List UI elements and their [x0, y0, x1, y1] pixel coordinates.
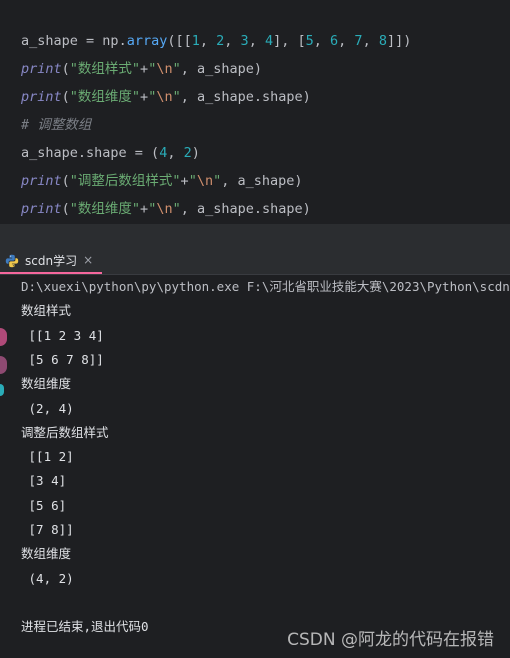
code-token: (	[61, 201, 70, 217]
code-token: ]])	[386, 33, 412, 49]
code-token: 4	[264, 33, 274, 49]
console-output-line: [5 6]	[21, 498, 67, 513]
python-icon	[5, 253, 19, 268]
code-token: "	[213, 173, 222, 189]
console-output-line: [5 6 7 8]]	[21, 352, 104, 367]
code-token: , a_shape)	[180, 61, 263, 77]
code-token: "	[188, 173, 197, 189]
console-gutter-markers	[0, 328, 8, 408]
code-token: print	[21, 173, 62, 189]
code-token: "	[172, 61, 181, 77]
code-line[interactable]: print("数组维度"+"\n", a_shape.shape)	[21, 200, 311, 218]
code-token: 1	[191, 33, 200, 49]
code-editor[interactable]: a_shape = np.array([[1, 2, 3, 4], [5, 6,…	[0, 0, 510, 224]
code-token: a_shape.shape	[21, 145, 127, 161]
code-token: ,	[167, 145, 184, 161]
code-token: print	[21, 61, 62, 77]
console-output-line: 数组样式	[21, 303, 72, 318]
run-tab-scdn[interactable]: scdn学习 ×	[0, 248, 102, 274]
code-token: 2	[183, 145, 192, 161]
code-token: )	[191, 145, 200, 161]
run-tool-window-tabbar: scdn学习 ×	[0, 248, 510, 275]
code-token: "数组维度"	[69, 89, 141, 105]
code-token: ,	[224, 33, 241, 49]
code-token: 5	[305, 33, 314, 49]
code-token: (	[61, 89, 70, 105]
code-token: \n	[156, 89, 173, 105]
console-output-line: 进程已结束,退出代码0	[21, 619, 149, 634]
code-token: (	[61, 173, 70, 189]
code-token: \n	[156, 61, 173, 77]
console-output-line: 调整后数组样式	[21, 425, 109, 440]
code-token: , a_shape)	[221, 173, 303, 189]
panel-divider	[0, 224, 510, 248]
code-token: print	[21, 201, 62, 217]
code-token: # 调整数组	[21, 117, 92, 133]
code-token: +	[140, 61, 149, 77]
code-token: print	[21, 89, 62, 105]
code-line[interactable]: print("调整后数组样式"+"\n", a_shape)	[21, 172, 303, 190]
code-token: , a_shape.shape)	[180, 201, 311, 217]
console-output-line: (2, 4)	[21, 401, 74, 416]
code-token: a_shape	[21, 33, 78, 49]
code-token: ,	[362, 33, 379, 49]
code-token: "数组维度"	[69, 201, 141, 217]
code-token: 3	[240, 33, 249, 49]
code-token: 6	[330, 33, 339, 49]
code-token: , a_shape.shape)	[180, 89, 311, 105]
code-line[interactable]: # 调整数组	[21, 116, 91, 134]
code-token: \n	[156, 201, 173, 217]
code-token: 8	[378, 33, 387, 49]
code-token: ,	[338, 33, 355, 49]
console-output-line: 数组维度	[21, 546, 72, 561]
code-token: ], [	[273, 33, 306, 49]
run-console-output[interactable]: D:\xuexi\python\py\python.exe F:\河北省职业技能…	[0, 275, 510, 658]
gutter-marker-pink-2[interactable]	[0, 356, 7, 374]
code-line[interactable]: print("数组样式"+"\n", a_shape)	[21, 60, 262, 78]
console-command-line: D:\xuexi\python\py\python.exe F:\河北省职业技能…	[21, 279, 510, 294]
code-line[interactable]: a_shape.shape = (4, 2)	[21, 144, 200, 162]
code-line[interactable]: a_shape = np.array([[1, 2, 3, 4], [5, 6,…	[21, 32, 411, 50]
close-icon[interactable]: ×	[83, 253, 93, 267]
csdn-watermark: CSDN @阿龙的代码在报错	[287, 630, 494, 650]
console-output-line: [3 4]	[21, 473, 67, 488]
gutter-marker-pink[interactable]	[0, 328, 7, 346]
console-output-line: [7 8]]	[21, 522, 74, 537]
code-token: \n	[196, 173, 214, 189]
console-output-line: (4, 2)	[21, 571, 74, 586]
gutter-marker-teal[interactable]	[0, 384, 4, 396]
code-token: ([[	[167, 33, 192, 49]
console-output-line: 数组维度	[21, 376, 72, 391]
code-token: = (	[126, 145, 160, 161]
code-token: "	[172, 89, 181, 105]
code-token: "调整后数组样式"	[69, 173, 181, 189]
code-token: array	[126, 33, 168, 49]
code-token: "	[172, 201, 181, 217]
console-output-line: [[1 2 3 4]	[21, 328, 104, 343]
run-tab-label: scdn学习	[25, 253, 78, 268]
code-token: ,	[199, 33, 217, 49]
code-token: 7	[354, 33, 363, 49]
code-token: "数组样式"	[69, 61, 141, 77]
code-token: +	[140, 89, 149, 105]
code-token: +	[180, 173, 189, 189]
console-output-line: [[1 2]	[21, 449, 74, 464]
code-token: ,	[248, 33, 265, 49]
code-line[interactable]: print("数组维度"+"\n", a_shape.shape)	[21, 88, 311, 106]
code-token: =	[77, 33, 103, 49]
code-token: (	[61, 61, 70, 77]
code-token: +	[140, 201, 149, 217]
code-token: np	[102, 33, 119, 49]
code-token: .	[118, 33, 127, 49]
code-token: ,	[313, 33, 331, 49]
